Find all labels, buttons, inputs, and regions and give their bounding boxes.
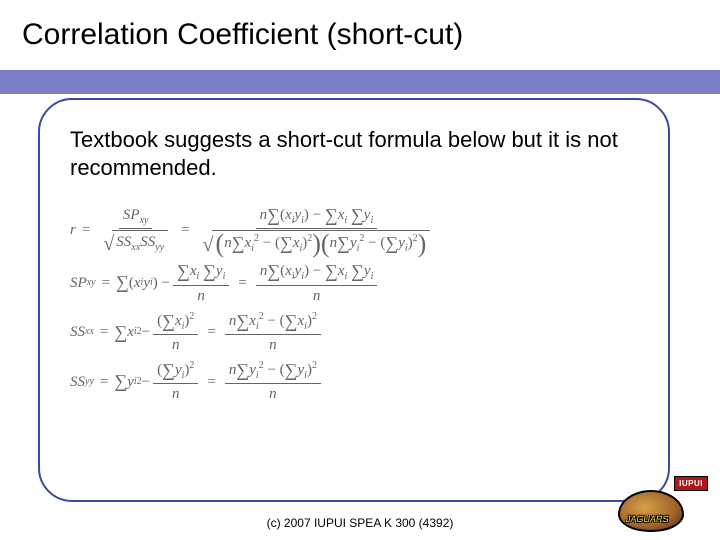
iupui-jaguars-logo: IUPUI JAGUARS [618, 476, 708, 532]
content-frame: Textbook suggests a short-cut formula be… [38, 98, 670, 502]
formula-sp: SPxy = ∑(xiyi) − ∑xi ∑yin = n∑(xiyi) − ∑… [70, 261, 638, 304]
copyright-footer: (c) 2007 IUPUI SPEA K 300 (4392) [0, 516, 720, 530]
logo-banner: IUPUI [674, 476, 708, 491]
formula-ssyy: SSyy = ∑yi2 − (∑yi)2n = n∑yi2 − (∑yi)2n [70, 360, 638, 403]
logo-text: JAGUARS [625, 514, 669, 524]
var-r: r [70, 221, 76, 239]
formula-block: r = SPxy SSxxSSyy = n∑(xiyi) − ∑xi ∑yi (… [70, 205, 638, 403]
slide-title: Correlation Coefficient (short-cut) [22, 18, 720, 52]
body-text: Textbook suggests a short-cut formula be… [70, 126, 638, 181]
formula-r: r = SPxy SSxxSSyy = n∑(xiyi) − ∑xi ∑yi (… [70, 205, 638, 255]
formula-ssxx: SSxx = ∑xi2 − (∑xi)2n = n∑xi2 − (∑xi)2n [70, 311, 638, 354]
jaguar-icon [618, 490, 684, 532]
accent-band [0, 70, 720, 94]
